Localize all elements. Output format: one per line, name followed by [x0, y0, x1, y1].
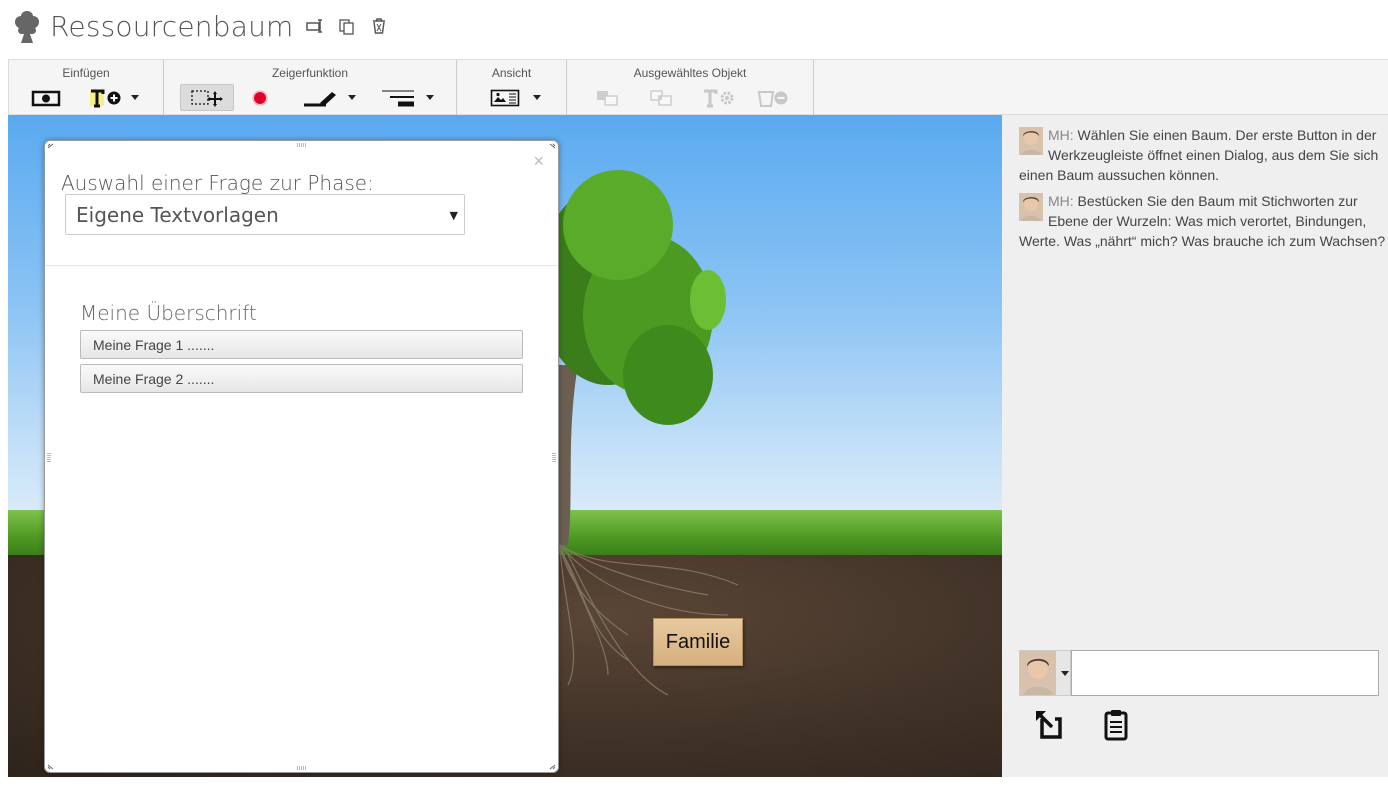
chat-text: Bestücken Sie den Baum mit Stichworten z… [1019, 193, 1386, 249]
send-back-button[interactable] [593, 84, 623, 111]
insert-text-button[interactable] [85, 84, 125, 111]
resize-handle-icon[interactable] [548, 764, 556, 770]
resize-handle-icon[interactable] [47, 764, 55, 770]
chevron-down-icon [533, 95, 541, 100]
view-card-icon [490, 89, 520, 106]
resize-handle-icon[interactable] [46, 453, 52, 463]
toolbar: Einfügen Zeigerfunktion Ansicht Ausgewäh… [8, 59, 1388, 115]
insert-image-button[interactable] [27, 84, 65, 111]
trash-icon[interactable] [370, 17, 388, 35]
pen-icon [304, 91, 336, 106]
toolbar-group-insert: Einfügen [9, 60, 164, 115]
export-icon[interactable] [1032, 707, 1068, 743]
insert-dropdown-button[interactable] [127, 84, 143, 111]
chevron-down-icon [426, 95, 434, 100]
resize-handle-icon[interactable] [297, 765, 307, 771]
toolbar-group-pointer: Zeigerfunktion [164, 60, 457, 115]
chat-actions [1032, 707, 1134, 743]
line-style-button[interactable] [378, 84, 418, 111]
pen-dropdown-button[interactable] [344, 84, 360, 111]
chevron-down-icon [1061, 670, 1069, 676]
text-settings-icon [704, 89, 734, 107]
chat-message: MH: Wählen Sie einen Baum. Der erste But… [1019, 125, 1388, 185]
chat-input-row [1019, 650, 1379, 696]
dialog-divider [45, 265, 558, 266]
rename-icon[interactable] [305, 17, 324, 35]
resize-handle-icon[interactable] [47, 143, 55, 149]
send-back-icon [597, 90, 618, 106]
close-icon[interactable]: × [533, 151, 544, 172]
insert-image-icon [31, 90, 61, 106]
text-settings-button[interactable] [699, 84, 739, 111]
avatar [1019, 193, 1043, 221]
question-dialog: × Auswahl einer Frage zur Phase: Eigene … [44, 140, 559, 773]
resize-handle-icon[interactable] [548, 143, 556, 149]
question-button[interactable]: Meine Frage 2 ....... [80, 364, 523, 393]
select-move-icon [191, 89, 223, 107]
tree-logo-icon [15, 11, 39, 43]
chat-message-input[interactable] [1071, 650, 1379, 696]
group-label: Zeigerfunktion [271, 66, 349, 80]
group-label: Ansicht [491, 66, 532, 80]
clipboard-icon[interactable] [1098, 707, 1134, 743]
section-heading: Meine Überschrift [80, 301, 257, 325]
chevron-down-icon [348, 95, 356, 100]
remove-icon [757, 90, 788, 107]
bring-front-button[interactable] [647, 84, 677, 111]
toolbar-group-view: Ansicht [457, 60, 567, 115]
view-dropdown-button[interactable] [529, 84, 545, 111]
chevron-down-icon [131, 95, 139, 100]
record-button[interactable] [248, 84, 272, 111]
record-dot-icon [252, 90, 268, 105]
select-move-button[interactable] [180, 84, 234, 111]
view-button[interactable] [487, 84, 523, 111]
line-style-icon [382, 90, 414, 106]
chat-sender: MH: [1048, 127, 1074, 143]
dialog-title: Auswahl einer Frage zur Phase: [61, 171, 374, 195]
avatar [1020, 651, 1056, 695]
chevron-down-icon: ▼ [449, 209, 458, 222]
resize-handle-icon[interactable] [297, 142, 307, 148]
phase-template-select[interactable]: Eigene Textvorlagen ▼ [65, 194, 465, 235]
remove-button[interactable] [753, 84, 793, 111]
pen-button[interactable] [300, 84, 340, 111]
avatar-select-button[interactable] [1019, 650, 1071, 696]
question-button[interactable]: Meine Frage 1 ....... [80, 330, 523, 359]
bring-front-icon [650, 89, 672, 106]
line-style-dropdown-button[interactable] [422, 84, 438, 111]
select-value: Eigene Textvorlagen [76, 203, 279, 227]
chat-text: Wählen Sie einen Baum. Der erste Button … [1019, 127, 1379, 183]
chat-sender: MH: [1048, 193, 1074, 209]
avatar [1019, 127, 1043, 155]
toolbar-group-selected-object: Ausgewähltes Objekt [567, 60, 814, 115]
copy-icon[interactable] [338, 17, 356, 35]
chat-message: MH: Bestücken Sie den Baum mit Stichwort… [1019, 191, 1388, 251]
app-header: Ressourcenbaum [10, 4, 388, 48]
group-label: Einfügen [62, 66, 110, 80]
insert-text-icon [90, 89, 121, 107]
group-label: Ausgewähltes Objekt [633, 66, 747, 80]
resize-handle-icon[interactable] [551, 453, 557, 463]
page-title: Ressourcenbaum [50, 9, 294, 43]
note-card-familie[interactable]: Familie [653, 618, 743, 666]
chat-panel: MH: Wählen Sie einen Baum. Der erste But… [1002, 115, 1388, 777]
